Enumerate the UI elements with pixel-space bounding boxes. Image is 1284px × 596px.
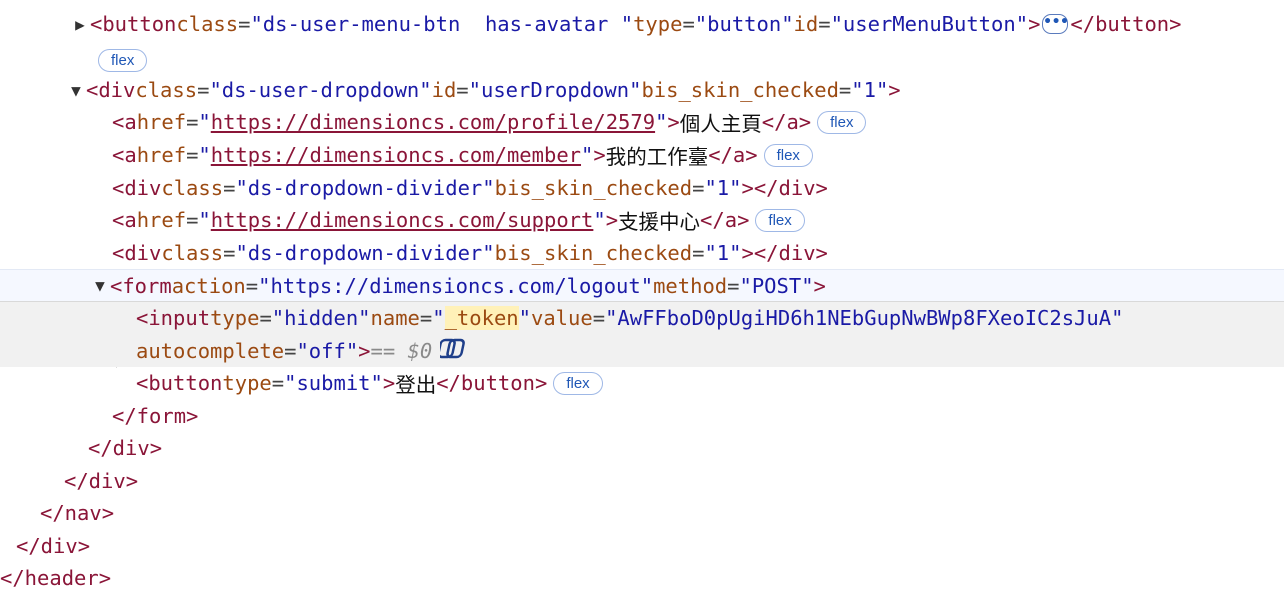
flex-badge[interactable]: flex (553, 371, 603, 395)
dom-node-link-member[interactable]: <a href = " https://dimensioncs.com/member "… (0, 139, 1284, 172)
href-link-support[interactable]: https://dimensioncs.com/support (211, 208, 594, 232)
dom-node-link-support[interactable]: <a href = " https://dimensioncs.com/support… (0, 204, 1284, 237)
dom-node-user-menu-button[interactable]: ▶ <button class = "ds-user-menu-btn has-ava… (0, 8, 1284, 41)
flex-badge[interactable]: flex (763, 143, 813, 167)
dom-node-logout-button[interactable]: <button type = "submit" > 登出 </button> flex (0, 367, 1284, 400)
dom-node-token-input[interactable]: <input type = "hidden" name = " _token " value… (0, 302, 1284, 335)
dom-node-header-close[interactable]: </header> (0, 562, 1284, 595)
href-link-member[interactable]: https://dimensioncs.com/member (211, 143, 581, 167)
dom-node-divider[interactable]: <div class = "ds-dropdown-divider" bis_ski… (0, 237, 1284, 270)
collapsed-content-ellipsis-icon[interactable]: ••• (1042, 14, 1069, 35)
console-ref-label: == $0 (370, 339, 433, 364)
flex-badge[interactable]: flex (755, 208, 805, 232)
dom-node-form-close[interactable]: </form> (0, 400, 1284, 433)
dom-node-nav-close[interactable]: </nav> (0, 497, 1284, 530)
flex-badge-row: flex (0, 44, 1284, 77)
dom-node-div-close[interactable]: </div> (0, 530, 1284, 563)
dom-node-div-close[interactable]: </div> (0, 432, 1284, 465)
collapse-triangle-icon[interactable]: ▼ (90, 276, 110, 295)
dom-node-logout-form[interactable]: ▼ <form action = "https://dimensioncs.com/l… (0, 269, 1284, 302)
copilot-icon[interactable] (437, 337, 468, 366)
href-link-profile[interactable]: https://dimensioncs.com/profile/2579 (211, 110, 655, 134)
search-match-highlight: _token (444, 306, 519, 331)
dom-node-div-close[interactable]: </div> (0, 465, 1284, 498)
collapse-triangle-icon[interactable]: ▼ (66, 81, 86, 100)
flex-badge[interactable]: flex (817, 110, 867, 134)
dom-node-token-input-cont[interactable]: autocomplete = "off" > == $0 (0, 335, 1284, 368)
expand-triangle-icon[interactable]: ▶ (70, 15, 90, 34)
flex-badge[interactable]: flex (98, 48, 148, 72)
dom-node-divider[interactable]: <div class = "ds-dropdown-divider" bis_ski… (0, 172, 1284, 205)
dom-node-user-dropdown[interactable]: ▼ <div class = "ds-user-dropdown" id = "userD… (0, 74, 1284, 107)
dom-node-link-profile[interactable]: <a href = " https://dimensioncs.com/profile… (0, 106, 1284, 139)
